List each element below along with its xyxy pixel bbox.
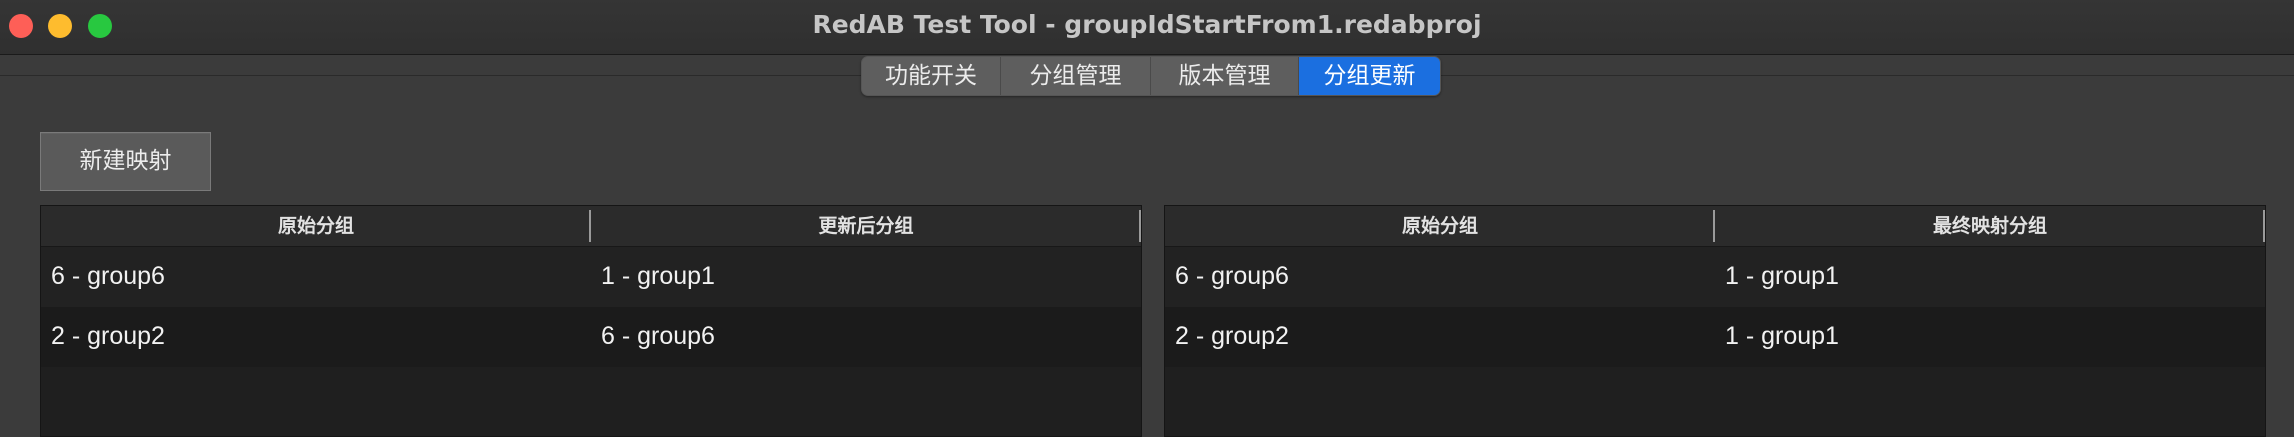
cell-final-mapped-group: 1 - group1 (1725, 262, 1839, 290)
column-header-updated-group[interactable]: 更新后分组 (591, 206, 1141, 246)
final-mapping-table: 原始分组 最终映射分组 6 - group6 1 - group1 2 - gr… (1164, 205, 2266, 437)
cell-original-group: 6 - group6 (1175, 262, 1289, 290)
column-header-final-mapped-group[interactable]: 最终映射分组 (1715, 206, 2265, 246)
table-row[interactable]: 2 - group2 6 - group6 (41, 307, 1141, 367)
tab-group-management[interactable]: 分组管理 (1001, 57, 1151, 95)
table-row[interactable]: 2 - group2 1 - group1 (1165, 307, 2265, 367)
tab-bar: 功能开关 分组管理 版本管理 分组更新 (861, 56, 1441, 96)
tab-version-management[interactable]: 版本管理 (1151, 57, 1299, 95)
update-mapping-table: 原始分组 更新后分组 6 - group6 1 - group1 2 - gro… (40, 205, 1142, 437)
cell-original-group: 2 - group2 (51, 322, 165, 350)
cell-updated-group: 1 - group1 (601, 262, 715, 290)
cell-final-mapped-group: 1 - group1 (1725, 322, 1839, 350)
tab-feature-switch[interactable]: 功能开关 (862, 57, 1001, 95)
column-header-original-group[interactable]: 原始分组 (1165, 206, 1715, 246)
cell-original-group: 6 - group6 (51, 262, 165, 290)
table-header: 原始分组 更新后分组 (41, 206, 1141, 247)
tab-group-update[interactable]: 分组更新 (1299, 57, 1440, 95)
window-title: RedAB Test Tool - groupIdStartFrom1.reda… (812, 10, 1482, 39)
column-header-original-group[interactable]: 原始分组 (41, 206, 591, 246)
cell-original-group: 2 - group2 (1175, 322, 1289, 350)
title-bar: RedAB Test Tool - groupIdStartFrom1.reda… (0, 0, 2294, 55)
new-mapping-button[interactable]: 新建映射 (40, 132, 211, 191)
table-row[interactable]: 6 - group6 1 - group1 (41, 247, 1141, 307)
main-content: 功能开关 分组管理 版本管理 分组更新 新建映射 原始分组 更新后分组 6 - … (0, 55, 2294, 437)
table-row[interactable]: 6 - group6 1 - group1 (1165, 247, 2265, 307)
table-header: 原始分组 最终映射分组 (1165, 206, 2265, 247)
cell-updated-group: 6 - group6 (601, 322, 715, 350)
